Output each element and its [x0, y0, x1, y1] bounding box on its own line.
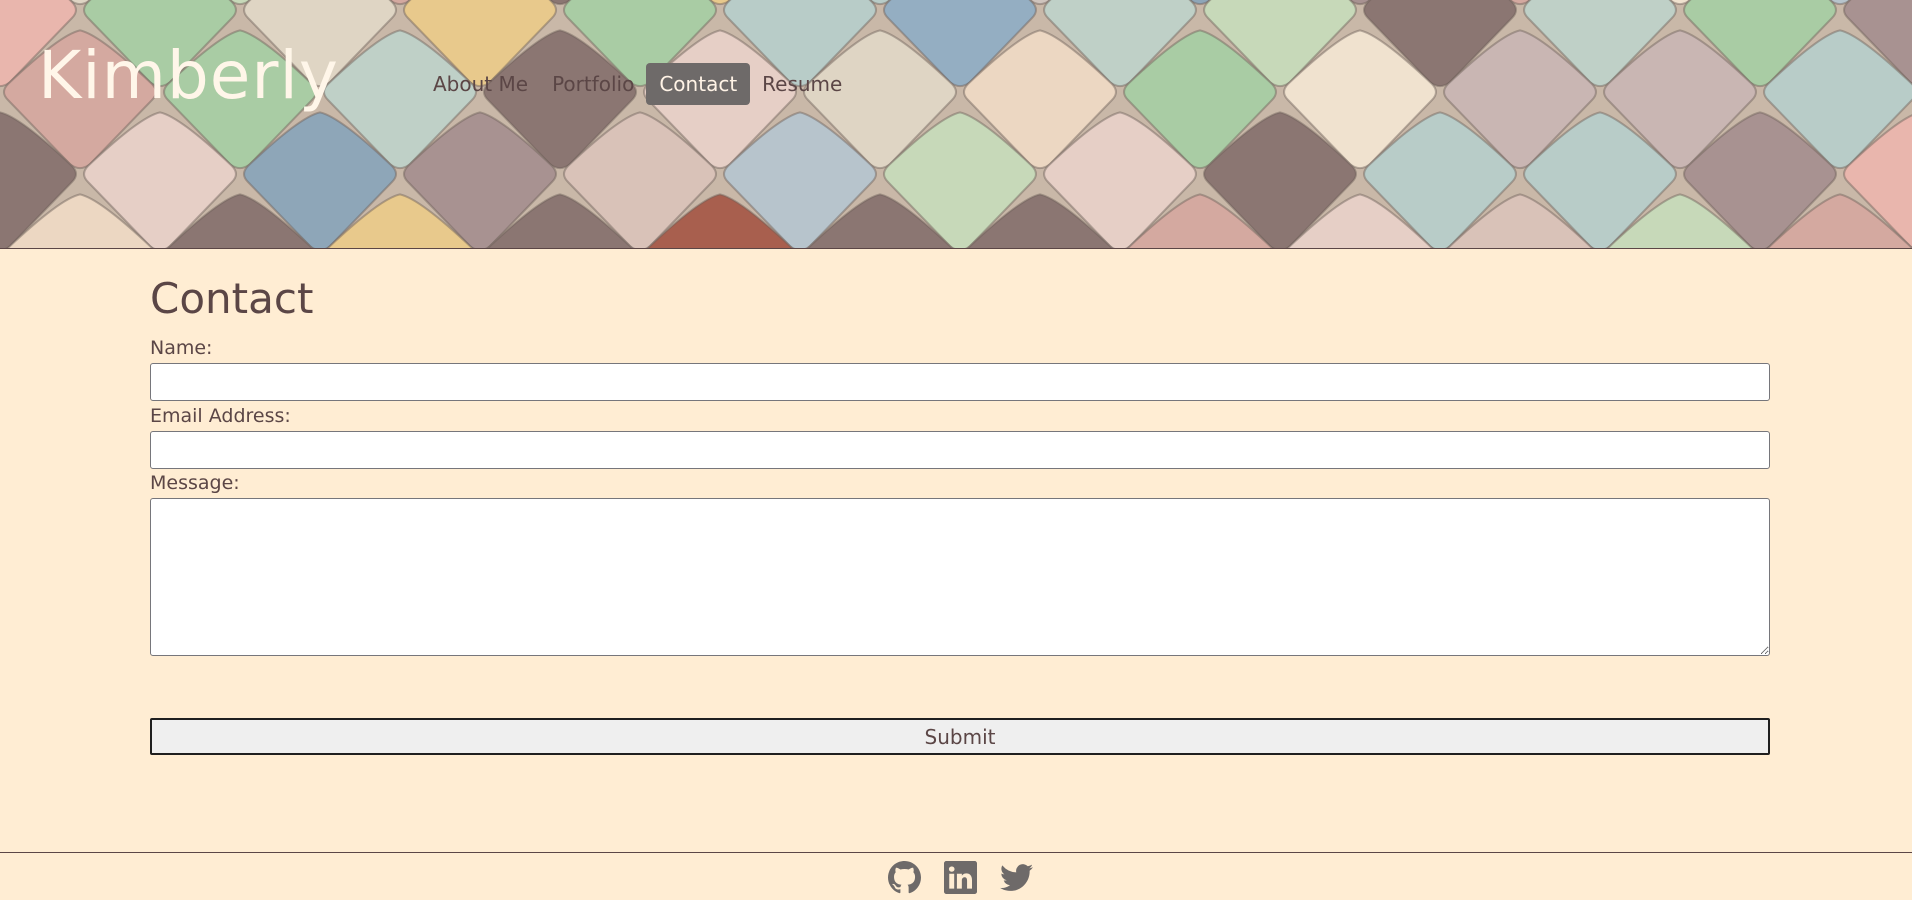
nav-item-resume[interactable]: Resume [750, 63, 854, 105]
site-header: Kimberly About Me Portfolio Contact Resu… [0, 0, 1912, 249]
github-link[interactable] [888, 861, 921, 894]
site-footer [0, 852, 1912, 900]
nav-item-contact[interactable]: Contact [646, 63, 751, 105]
email-label: Email Address: [150, 405, 291, 427]
message-textarea[interactable] [150, 498, 1770, 656]
site-title[interactable]: Kimberly [38, 34, 339, 118]
name-label: Name: [150, 337, 213, 359]
github-icon [888, 861, 921, 894]
twitter-link[interactable] [1000, 861, 1033, 894]
twitter-icon [1000, 864, 1033, 891]
name-input[interactable] [150, 363, 1770, 401]
email-input[interactable] [150, 431, 1770, 469]
nav-item-portfolio[interactable]: Portfolio [540, 63, 646, 105]
message-label: Message: [150, 472, 240, 494]
submit-button[interactable]: Submit [150, 718, 1770, 755]
nav-item-about-me[interactable]: About Me [421, 63, 540, 105]
linkedin-icon [944, 861, 977, 894]
page-title: Contact [150, 274, 314, 323]
social-links [888, 861, 1033, 894]
main-nav: About Me Portfolio Contact Resume [421, 63, 854, 105]
linkedin-link[interactable] [944, 861, 977, 894]
